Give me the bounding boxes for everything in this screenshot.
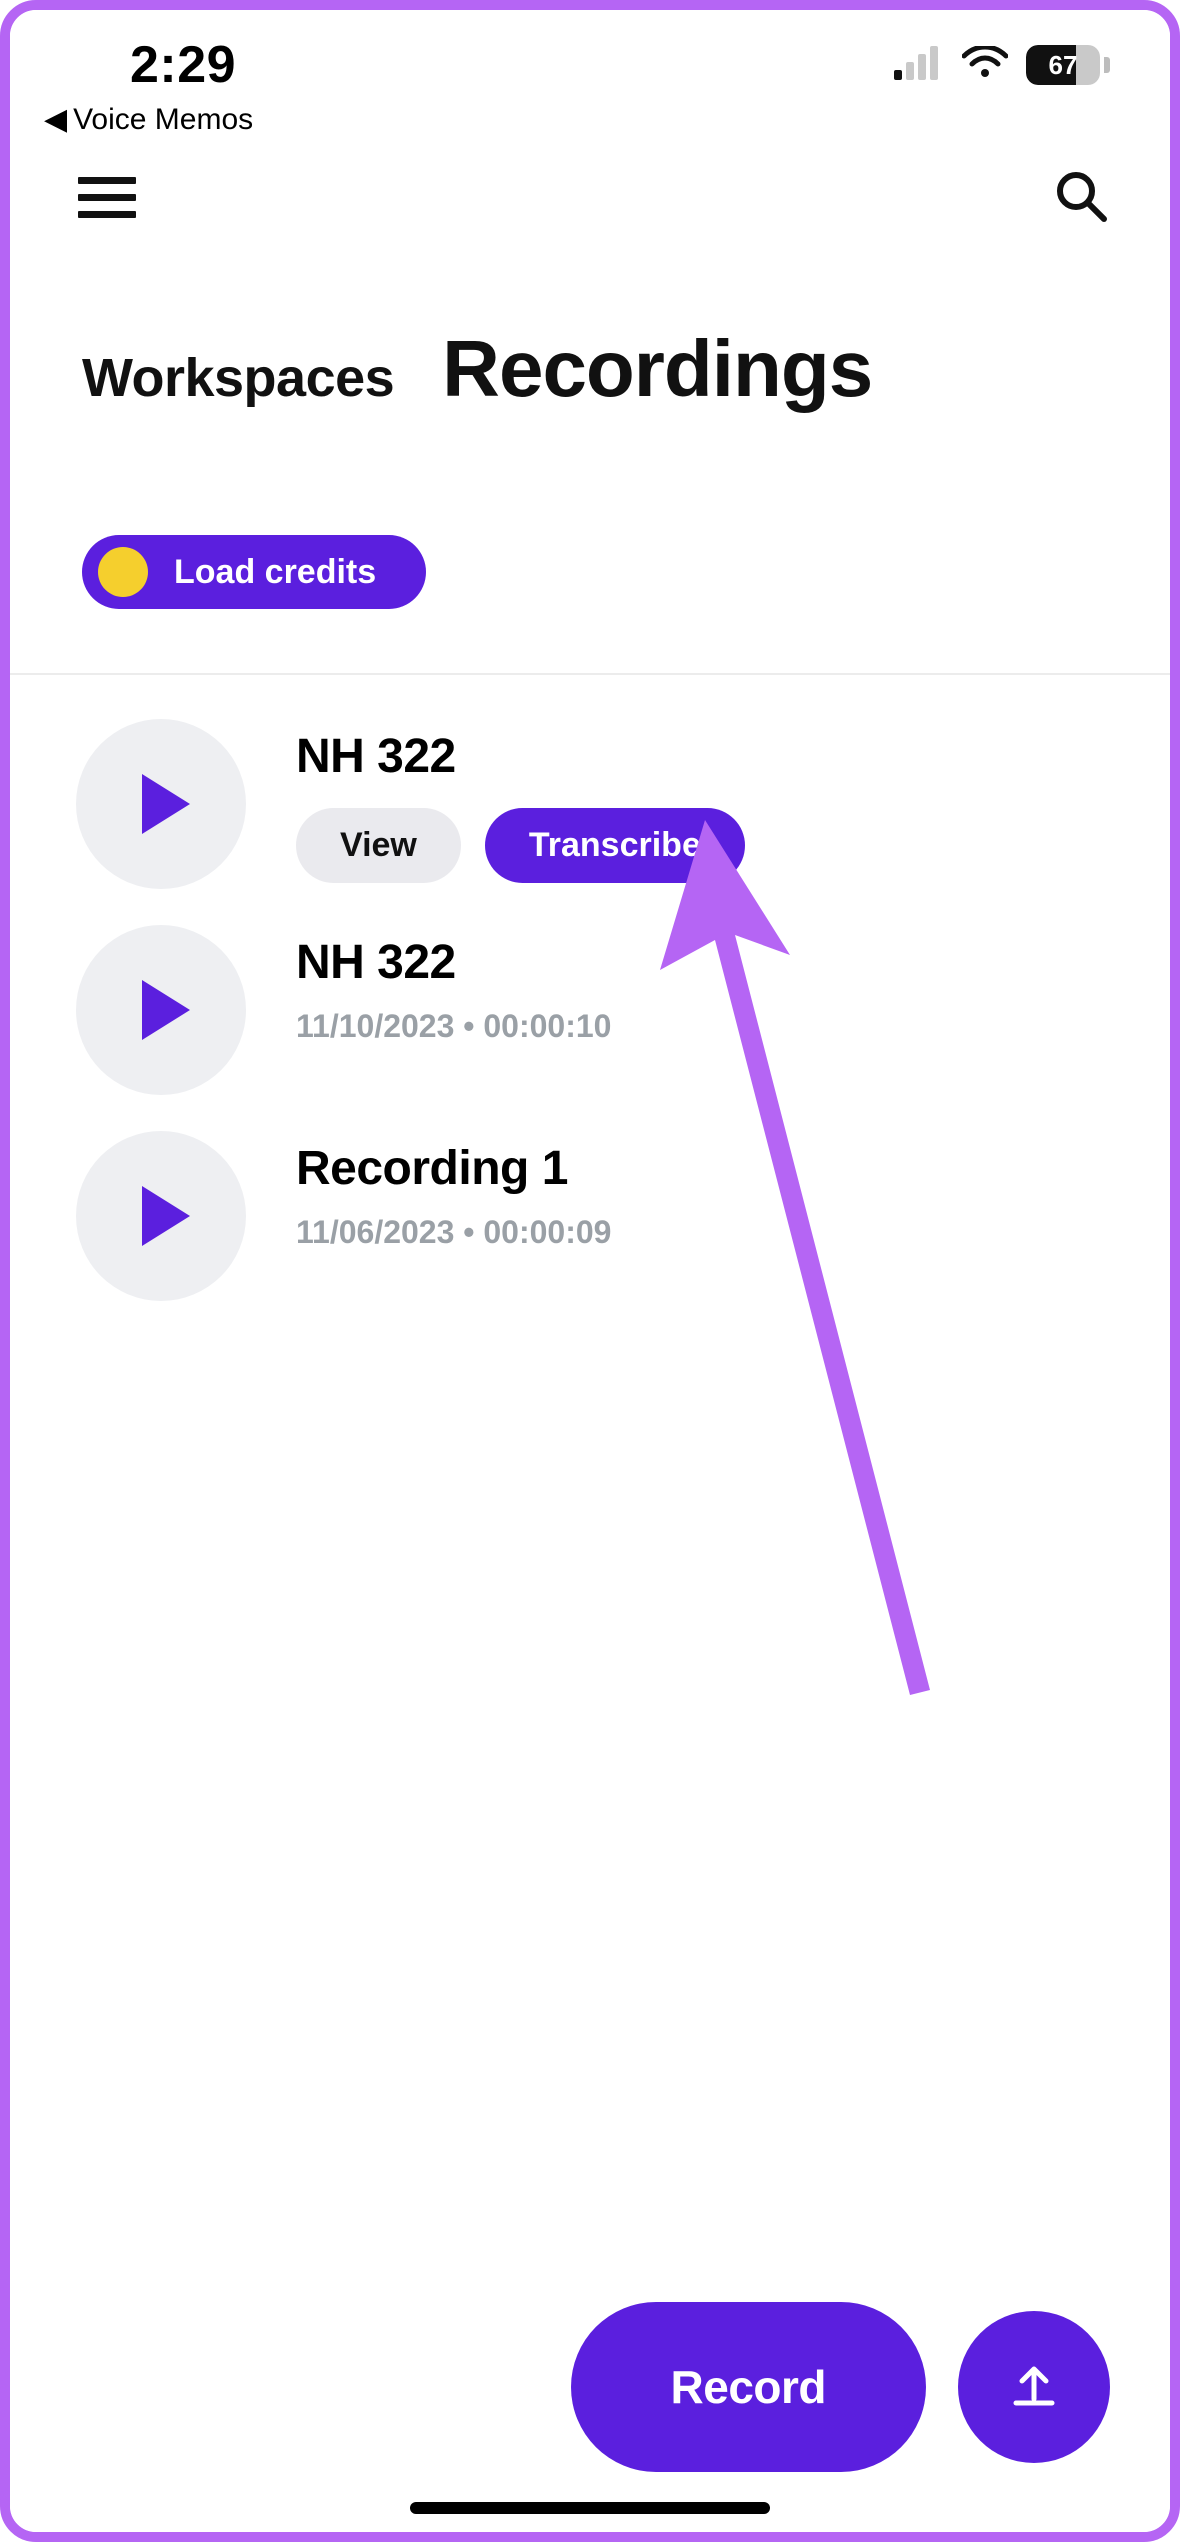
recording-item[interactable]: Recording 1 11/06/2023 • 00:00:09 [76, 1131, 1100, 1301]
app-bar [10, 137, 1170, 247]
recording-item[interactable]: NH 322 View Transcribe [76, 719, 1100, 889]
screen: 2:29 [10, 10, 1170, 2532]
load-credits-label: Load credits [174, 553, 376, 592]
page-title: Recordings [442, 323, 872, 415]
recording-item[interactable]: NH 322 11/10/2023 • 00:00:10 [76, 925, 1100, 1095]
upload-button[interactable] [958, 2311, 1110, 2463]
recording-body: Recording 1 11/06/2023 • 00:00:09 [296, 1131, 611, 1251]
device-frame: 2:29 [0, 0, 1180, 2542]
recording-title: Recording 1 [296, 1141, 611, 1196]
breadcrumb[interactable]: Workspaces [82, 347, 394, 409]
bottom-actions: Record [10, 2302, 1170, 2472]
coin-icon [98, 547, 148, 597]
battery-icon: 67 [1026, 45, 1110, 85]
play-button[interactable] [76, 719, 246, 889]
title-row: Workspaces Recordings [10, 247, 1170, 415]
cellular-icon [894, 46, 944, 85]
view-button[interactable]: View [296, 808, 461, 883]
recording-body: NH 322 11/10/2023 • 00:00:10 [296, 925, 611, 1045]
recording-actions: View Transcribe [296, 808, 745, 883]
status-left: 2:29 [130, 35, 236, 95]
battery-level: 67 [1026, 45, 1100, 85]
record-label: Record [671, 2361, 826, 2413]
back-to-app[interactable]: ◀ Voice Memos [10, 102, 1170, 137]
search-icon [1052, 167, 1108, 223]
play-icon [142, 980, 190, 1040]
view-label: View [340, 826, 417, 865]
upload-icon [1006, 2359, 1062, 2415]
recording-body: NH 322 View Transcribe [296, 719, 745, 883]
home-indicator[interactable] [410, 2502, 770, 2514]
recording-meta: 11/06/2023 • 00:00:09 [296, 1214, 611, 1251]
status-time: 2:29 [130, 35, 236, 95]
back-caret-icon: ◀ [44, 102, 67, 137]
status-right: 67 [894, 45, 1110, 85]
back-to-app-label: Voice Memos [73, 103, 253, 137]
recording-meta: 11/10/2023 • 00:00:10 [296, 1008, 611, 1045]
transcribe-button[interactable]: Transcribe [485, 808, 745, 883]
play-icon [142, 1186, 190, 1246]
recording-title: NH 322 [296, 935, 611, 990]
search-button[interactable] [1052, 167, 1108, 228]
recording-title: NH 322 [296, 729, 745, 784]
play-button[interactable] [76, 925, 246, 1095]
recordings-list: NH 322 View Transcribe NH [10, 675, 1170, 1301]
record-button[interactable]: Record [571, 2302, 926, 2472]
menu-button[interactable] [78, 177, 136, 218]
transcribe-label: Transcribe [529, 826, 701, 865]
play-icon [142, 774, 190, 834]
load-credits-button[interactable]: Load credits [82, 535, 426, 609]
play-button[interactable] [76, 1131, 246, 1301]
wifi-icon [962, 46, 1008, 85]
credits-row: Load credits [10, 415, 1170, 609]
